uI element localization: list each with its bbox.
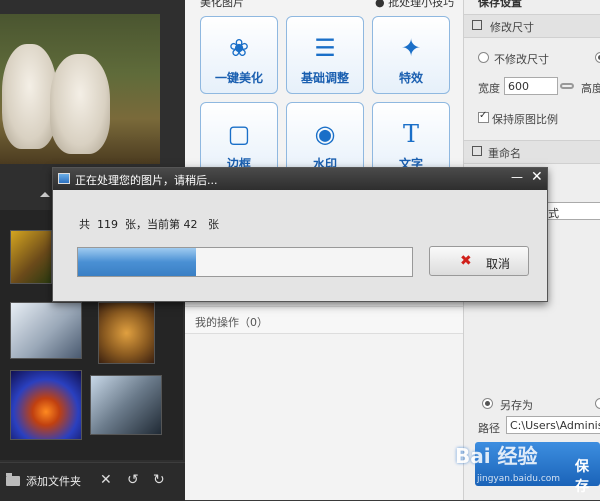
format-select[interactable]: 式	[544, 202, 600, 220]
cancel-button[interactable]: ✖ 取消	[429, 246, 529, 276]
rename-icon	[472, 146, 482, 156]
save-as-label: 另存为	[500, 399, 533, 412]
sliders-icon: ☰	[314, 34, 336, 62]
batch-tips-link[interactable]: ● 批处理小技巧	[375, 0, 454, 10]
scroll-up-icon[interactable]	[40, 192, 50, 197]
thumbnail[interactable]	[98, 302, 155, 364]
thumbnail[interactable]	[90, 375, 162, 435]
magic-wand-icon: ✦	[400, 34, 422, 62]
rotate-left-icon[interactable]: ↺	[127, 472, 139, 488]
thumbnail[interactable]	[10, 230, 52, 284]
rotate-right-icon[interactable]: ↻	[153, 472, 165, 488]
width-label: 宽度	[478, 82, 500, 95]
add-folder-button[interactable]: 添加文件夹	[6, 473, 81, 489]
watermark-url: jingyan.baidu.com	[477, 474, 561, 484]
dialog-titlebar[interactable]: 正在处理您的图片，请稍后... — ✕	[53, 168, 547, 190]
close-icon[interactable]: ✕	[531, 169, 543, 185]
progress-fill	[78, 248, 196, 276]
progress-dialog: 正在处理您的图片，请稍后... — ✕ 共 119 张，当前第 42 张 ✖ 取…	[52, 167, 548, 302]
no-resize-radio[interactable]	[478, 52, 489, 63]
keep-ratio-checkbox[interactable]	[478, 110, 489, 123]
resize-section-header[interactable]: 修改尺寸	[464, 14, 600, 38]
text-icon: T	[402, 120, 419, 148]
settings-title: 保存设置	[478, 0, 522, 9]
crop-icon	[472, 20, 482, 30]
baidu-jingyan-logo: Bai 经验	[455, 444, 538, 468]
cancel-icon: ✖	[460, 253, 472, 269]
link-ratio-icon[interactable]	[560, 83, 574, 89]
section-title: 美化图片	[200, 0, 244, 9]
preview-dog	[50, 54, 110, 154]
minimize-icon[interactable]: —	[511, 170, 523, 184]
tool-label: 基础调整	[300, 71, 349, 85]
app-icon	[58, 173, 70, 184]
height-label: 高度	[581, 82, 600, 95]
dialog-title: 正在处理您的图片，请稍后...	[75, 174, 218, 187]
frame-icon: ▢	[227, 120, 251, 148]
image-preview	[0, 14, 160, 164]
my-operations-label: 我的操作（0）	[195, 316, 268, 329]
keep-ratio-label: 保持原图比例	[492, 113, 558, 126]
path-label: 路径	[478, 422, 500, 435]
save-button-label: 保存	[575, 459, 589, 495]
delete-icon[interactable]: ✕	[100, 472, 112, 488]
width-input[interactable]: 600	[504, 77, 558, 95]
progress-bar	[77, 247, 413, 277]
add-folder-label: 添加文件夹	[26, 475, 81, 488]
left-footer: 添加文件夹 ✕ ↺ ↻	[0, 462, 185, 501]
resize-radio[interactable]	[595, 52, 600, 63]
my-operations-bar[interactable]: 我的操作（0）	[185, 306, 463, 334]
tulip-icon: ❀	[228, 34, 250, 62]
tool-label: 一键美化	[214, 71, 263, 85]
tool-label: 特效	[398, 71, 423, 85]
no-resize-label: 不修改尺寸	[494, 53, 549, 66]
thumbnail[interactable]	[10, 302, 82, 359]
editor-header: 美化图片 ● 批处理小技巧	[185, 0, 463, 10]
overwrite-radio[interactable]	[595, 398, 600, 409]
save-as-radio[interactable]	[482, 398, 493, 409]
effects-button[interactable]: ✦ 特效	[372, 16, 450, 94]
auto-beautify-button[interactable]: ❀ 一键美化	[200, 16, 278, 94]
rename-section-header[interactable]: 重命名	[464, 140, 600, 164]
watermark-icon: ◉	[314, 120, 336, 148]
preview-dog	[2, 44, 57, 149]
basic-adjust-button[interactable]: ☰ 基础调整	[286, 16, 364, 94]
folder-icon	[6, 473, 20, 486]
cancel-label: 取消	[486, 257, 511, 271]
progress-text: 共 119 张，当前第 42 张	[79, 218, 219, 231]
thumbnail[interactable]	[10, 370, 82, 440]
path-input[interactable]: C:\Users\Administra	[506, 416, 600, 434]
